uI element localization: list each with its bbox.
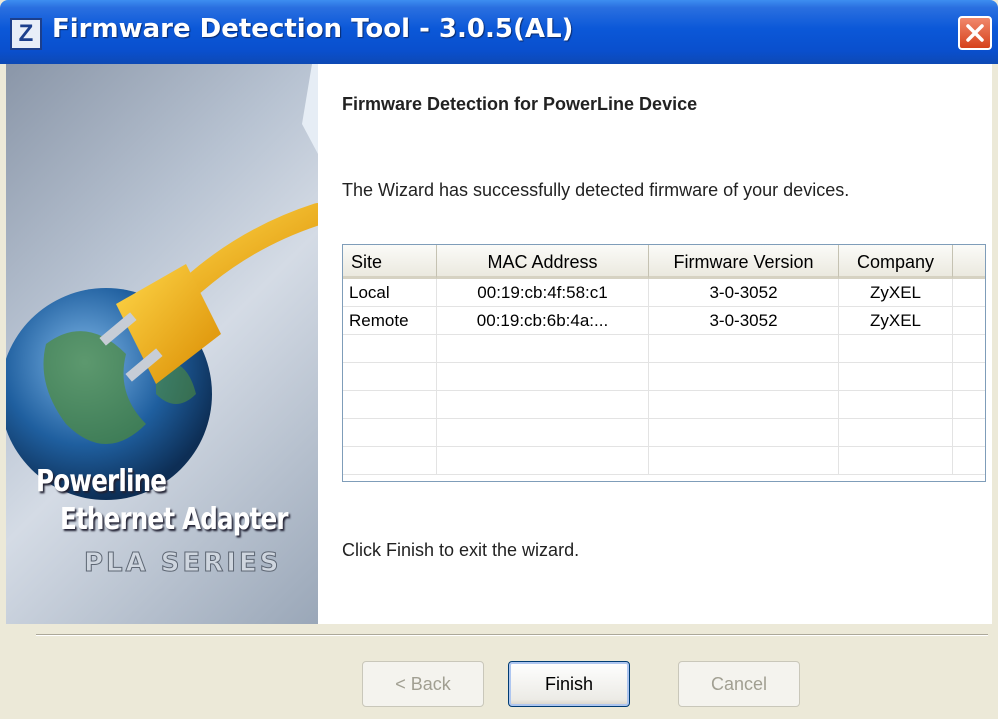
firmware-table[interactable]: Site MAC Address Firmware Version Compan… — [342, 244, 986, 482]
close-icon — [966, 24, 984, 42]
brand-line-3: PLA SERIES — [83, 548, 282, 579]
brand-line-1: Powerline — [36, 464, 167, 499]
title-bar[interactable]: Z Firmware Detection Tool - 3.0.5(AL) — [0, 0, 998, 64]
page-title: Firmware Detection for PowerLine Device — [342, 94, 698, 114]
button-divider — [36, 634, 988, 636]
empty-row — [343, 363, 985, 391]
cell-site: Local — [343, 279, 437, 307]
column-header-firmware-version[interactable]: Firmware Version — [649, 245, 839, 279]
column-header-filler — [953, 245, 985, 279]
app-icon: Z — [10, 18, 42, 50]
finish-instruction: Click Finish to exit the wizard. — [342, 540, 580, 560]
cell-site: Remote — [343, 307, 437, 335]
cell-firmware-version: 3-0-3052 — [649, 307, 839, 335]
empty-row — [343, 447, 985, 475]
table-row[interactable]: Remote 00:19:cb:6b:4a:... 3-0-3052 ZyXEL — [343, 307, 985, 335]
wizard-window: Z Firmware Detection Tool - 3.0.5(AL) Po… — [0, 0, 998, 719]
column-header-site[interactable]: Site — [343, 245, 437, 279]
empty-row — [343, 419, 985, 447]
banner-image: Powerline Ethernet Adapter PLA SERIES — [6, 64, 318, 624]
powerline-plug-illustration — [6, 64, 318, 500]
cell-filler — [953, 307, 985, 335]
column-header-mac-address[interactable]: MAC Address — [437, 245, 649, 279]
cell-mac-address: 00:19:cb:6b:4a:... — [437, 307, 649, 335]
window-title: Firmware Detection Tool - 3.0.5(AL) — [52, 14, 574, 44]
cell-company: ZyXEL — [839, 279, 953, 307]
back-button[interactable]: < Back — [362, 661, 484, 707]
close-button[interactable] — [958, 16, 992, 50]
finish-button[interactable]: Finish — [508, 661, 630, 707]
wizard-content: Firmware Detection for PowerLine Device … — [318, 64, 992, 624]
cell-mac-address: 00:19:cb:4f:58:c1 — [437, 279, 649, 307]
intro-text: The Wizard has successfully detected fir… — [342, 180, 850, 200]
brand-line-2: Ethernet Adapter — [60, 502, 289, 537]
empty-row — [343, 391, 985, 419]
cell-filler — [953, 279, 985, 307]
cancel-button[interactable]: Cancel — [678, 661, 800, 707]
table-row[interactable]: Local 00:19:cb:4f:58:c1 3-0-3052 ZyXEL — [343, 279, 985, 307]
empty-row — [343, 335, 985, 363]
cell-company: ZyXEL — [839, 307, 953, 335]
table-header: Site MAC Address Firmware Version Compan… — [343, 245, 985, 279]
column-header-company[interactable]: Company — [839, 245, 953, 279]
cell-firmware-version: 3-0-3052 — [649, 279, 839, 307]
